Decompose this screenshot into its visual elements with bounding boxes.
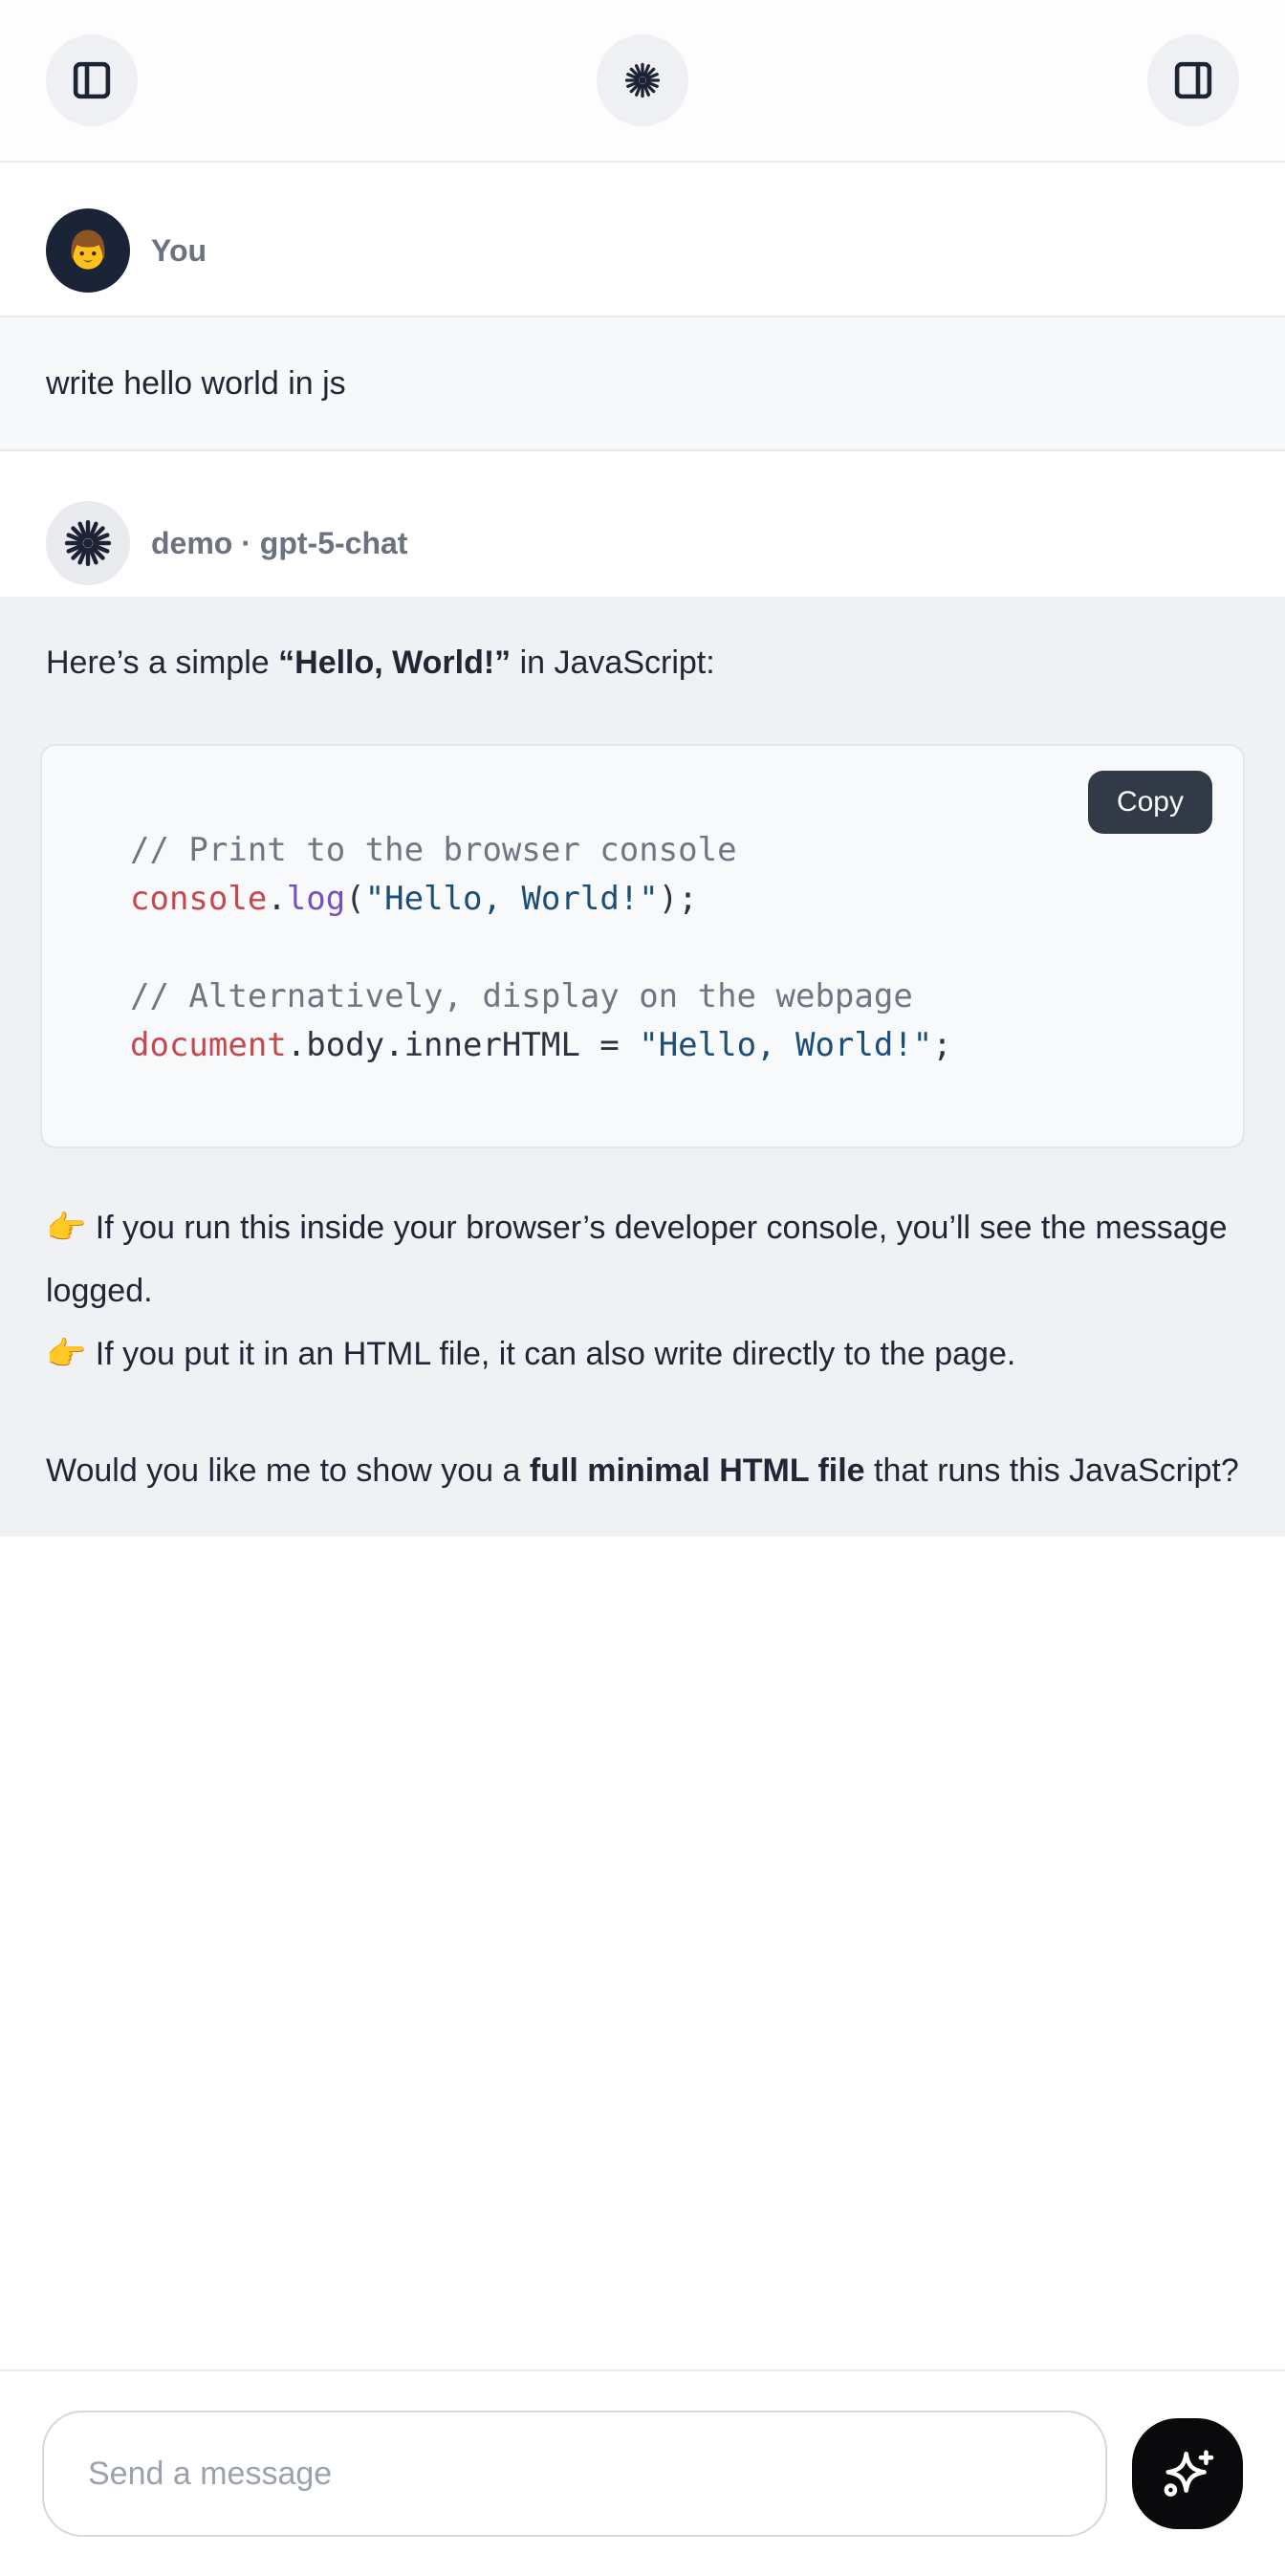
send-button[interactable] (1132, 2418, 1243, 2529)
assistant-avatar (46, 501, 130, 585)
empty-chat-space (0, 1537, 1285, 2369)
chat-app: { "topbar": { "left_icon": "panel-left-i… (0, 0, 1285, 2576)
code-block: Copy // Print to the browser consolecons… (40, 744, 1245, 1148)
panel-right-icon (1171, 58, 1215, 102)
user-message-bubble: write hello world in js (0, 316, 1285, 451)
top-toolbar (0, 0, 1285, 163)
assistant-intro-text: Here’s a simple “Hello, World!” in JavaS… (0, 631, 1285, 694)
assistant-question-text: Would you like me to show you a full min… (0, 1439, 1285, 1502)
assistant-author-label: demo · gpt-5-chat (151, 526, 407, 561)
assistant-message-header: demo · gpt-5-chat (0, 451, 1285, 597)
user-avatar (46, 208, 130, 293)
message-input[interactable] (42, 2411, 1107, 2537)
right-panel-toggle-button[interactable] (1147, 34, 1239, 126)
copy-code-button[interactable]: Copy (1088, 771, 1212, 834)
brand-starburst-button[interactable] (597, 34, 688, 126)
panel-left-icon (70, 58, 114, 102)
starburst-icon (61, 516, 115, 570)
chat-scroll-area: You write hello world in js (0, 163, 1285, 2369)
sparkles-icon (1157, 2443, 1218, 2504)
user-message-text: write hello world in js (46, 352, 1239, 415)
user-author-label: You (151, 233, 207, 269)
sidebar-toggle-button[interactable] (46, 34, 138, 126)
user-message-header: You (0, 163, 1285, 316)
composer-bar (0, 2369, 1285, 2576)
assistant-message-bubble: Here’s a simple “Hello, World!” in JavaS… (0, 597, 1285, 1537)
person-emoji (61, 224, 115, 277)
code-content: // Print to the browser consoleconsole.l… (42, 746, 1243, 1146)
starburst-icon (622, 60, 663, 100)
assistant-tips-text: 👉 If you run this inside your browser’s … (0, 1196, 1285, 1386)
